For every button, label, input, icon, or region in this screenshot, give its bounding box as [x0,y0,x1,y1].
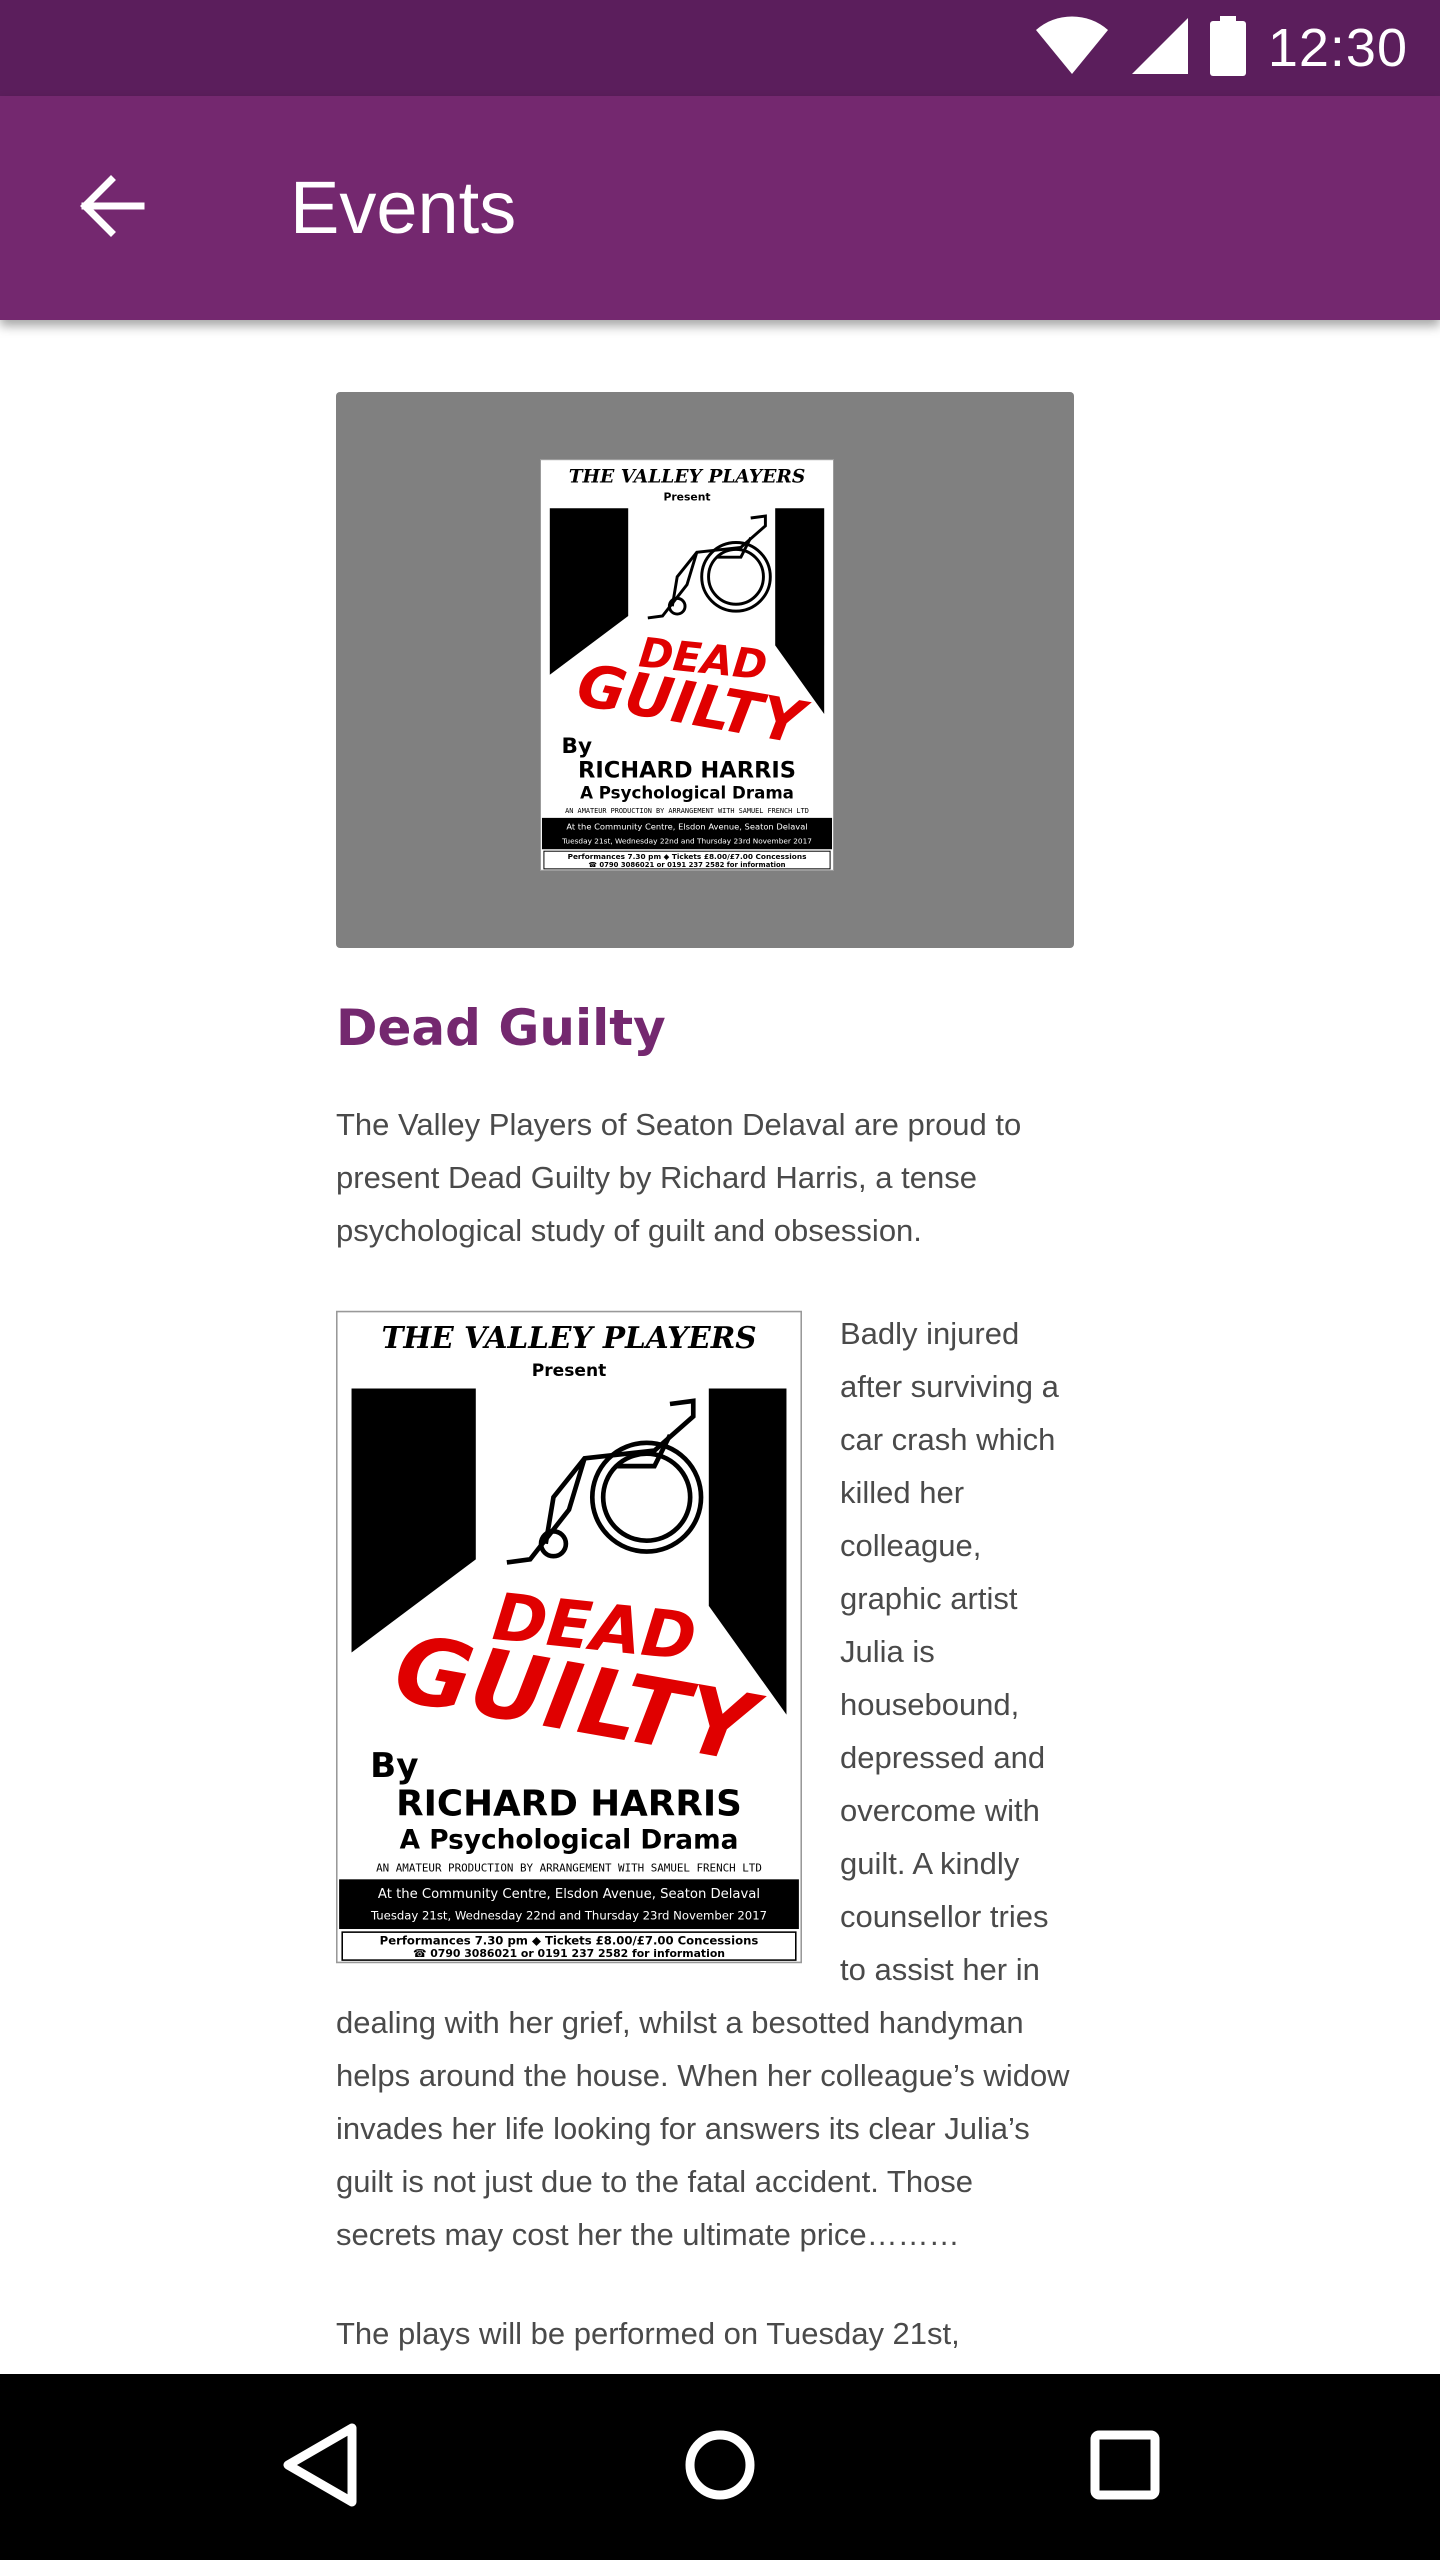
status-time: 12:30 [1267,18,1408,78]
article-poster-image [336,1307,802,1967]
navigation-bar [0,2374,1440,2560]
page-title: Events [290,166,517,249]
nav-home-icon [682,2427,758,2508]
event-poster-image [540,458,834,872]
wifi-icon [1034,16,1110,81]
battery-icon [1209,15,1246,81]
nav-home-button[interactable] [665,2412,775,2522]
event-title: Dead Guilty [336,999,666,1057]
event-detail: Dead Guilty The Valley Players of Seaton… [336,392,1074,2360]
nav-back-icon [280,2422,360,2513]
nav-recents-button[interactable] [1070,2412,1180,2522]
nav-recents-icon [1090,2430,1160,2505]
status-bar: 12:30 [0,0,1440,96]
back-button[interactable] [60,156,164,260]
event-article: Badly injured after surviving a car cras… [336,1307,1074,2261]
event-intro: The Valley Players of Seaton Delaval are… [336,1107,1022,1248]
event-hero-image [336,392,1074,948]
app-bar: Events [0,96,1440,320]
signal-icon [1131,17,1188,79]
back-arrow-icon [79,173,145,244]
event-more-text: The plays will be performed on Tuesday 2… [336,2316,960,2351]
nav-back-button[interactable] [265,2412,375,2522]
